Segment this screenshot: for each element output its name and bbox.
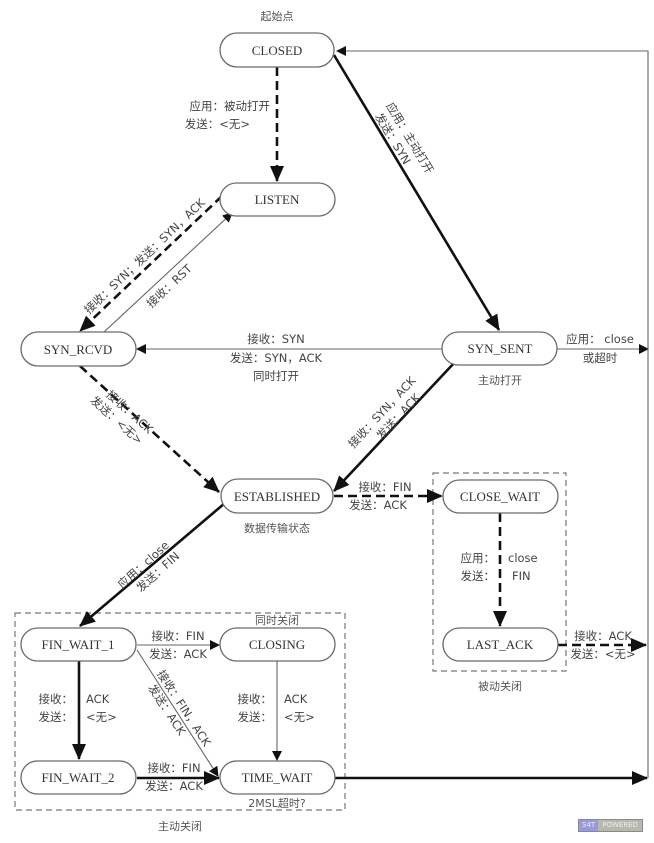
state-last-ack: LAST_ACK: [442, 627, 559, 662]
label-fin-wait-1-fin-wait-2-1: 接收：: [39, 692, 74, 706]
note-active-open: 主动打开: [478, 373, 522, 387]
label-closed-listen-2: 发送：<无>: [185, 117, 250, 131]
label-fin-wait-1-closing-2: 发送：ACK: [149, 647, 207, 661]
state-established: ESTABLISHED: [220, 478, 334, 514]
state-fin-wait-1: FIN_WAIT_1: [20, 627, 137, 662]
edge-listen-syn-rcvd: [79, 195, 223, 332]
label-established-close-wait-1: 接收：FIN: [358, 480, 411, 494]
label-close-wait-last-ack-4: FIN: [512, 569, 531, 583]
svg-text:CLOSING: CLOSING: [249, 637, 305, 652]
svg-text:LISTEN: LISTEN: [255, 192, 300, 207]
label-syn-sent-syn-rcvd-2: 发送：SYN，ACK: [230, 351, 323, 365]
state-closing: CLOSING: [219, 627, 336, 662]
note-2msl-timeout: 2MSL超时?: [248, 796, 306, 810]
label-fin-wait-1-fin-wait-2-3: 发送：: [39, 710, 74, 724]
label-syn-sent-syn-rcvd-1: 接收：SYN: [247, 332, 304, 346]
state-syn-rcvd: SYN_RCVD: [20, 331, 137, 367]
note-simultaneous-close: 同时关闭: [255, 613, 299, 627]
svg-text:ESTABLISHED: ESTABLISHED: [234, 489, 320, 504]
label-closing-time-wait-4: <无>: [284, 710, 315, 724]
label-fin-wait-2-time-wait-2: 发送：ACK: [145, 779, 203, 793]
state-closed: CLOSED: [219, 32, 335, 68]
label-established-close-wait-2: 发送：ACK: [349, 498, 407, 512]
state-syn-sent: SYN_SENT: [441, 331, 558, 366]
label-closed-listen-1: 应用：被动打开: [190, 99, 271, 113]
svg-text:SYN_SENT: SYN_SENT: [467, 341, 532, 356]
label-last-ack-exit-1: 接收：ACK: [574, 629, 632, 643]
svg-text:LAST_ACK: LAST_ACK: [467, 637, 534, 652]
tcp-state-diagram: CLOSED LISTEN SYN_RCVD SYN_SENT ESTABLIS…: [14, 9, 649, 833]
svg-text:FIN_WAIT_2: FIN_WAIT_2: [42, 770, 115, 785]
label-syn-sent-exit-2: 或超时: [583, 351, 618, 365]
label-fin-wait-1-fin-wait-2-4: <无>: [86, 710, 117, 724]
svg-text:SYN_RCVD: SYN_RCVD: [44, 342, 113, 357]
label-syn-sent-exit-1: 应用： close: [566, 332, 634, 346]
state-close-wait: CLOSE_WAIT: [442, 479, 559, 514]
powered-badge: S4T POWERED: [578, 819, 643, 832]
svg-text:TIME_WAIT: TIME_WAIT: [242, 770, 313, 785]
state-listen: LISTEN: [219, 182, 336, 217]
badge-brand: S4T: [579, 820, 599, 831]
badge-powered: POWERED: [598, 820, 642, 831]
label-fin-wait-2-time-wait-1: 接收：FIN: [147, 761, 200, 775]
label-syn-rcvd-listen: 接收：RST: [144, 261, 196, 311]
label-fin-wait-1-fin-wait-2-2: ACK: [86, 692, 110, 706]
label-last-ack-exit-2: 发送：<无>: [570, 647, 635, 661]
label-close-wait-last-ack-1: 应用：: [461, 551, 496, 565]
label-fin-wait-1-closing-1: 接收：FIN: [151, 629, 204, 643]
svg-text:CLOSED: CLOSED: [252, 43, 303, 58]
label-closing-time-wait-2: ACK: [284, 692, 308, 706]
svg-text:FIN_WAIT_1: FIN_WAIT_1: [42, 637, 115, 652]
note-data-transfer: 数据传输状态: [244, 521, 310, 535]
label-closing-time-wait-1: 接收：: [238, 692, 273, 706]
label-syn-sent-syn-rcvd-3: 同时打开: [253, 369, 299, 383]
state-time-wait: TIME_WAIT: [219, 760, 336, 795]
edge-closed-syn-sent: [332, 54, 501, 331]
note-active-close: 主动关闭: [158, 819, 202, 833]
label-closing-time-wait-3: 发送：: [238, 710, 273, 724]
label-close-wait-last-ack-3: 发送：: [461, 569, 496, 583]
note-passive-close: 被动关闭: [478, 679, 522, 693]
svg-text:CLOSE_WAIT: CLOSE_WAIT: [460, 489, 540, 504]
state-fin-wait-2: FIN_WAIT_2: [20, 760, 137, 795]
note-start-point: 起始点: [261, 9, 294, 23]
label-close-wait-last-ack-2: close: [508, 551, 538, 565]
